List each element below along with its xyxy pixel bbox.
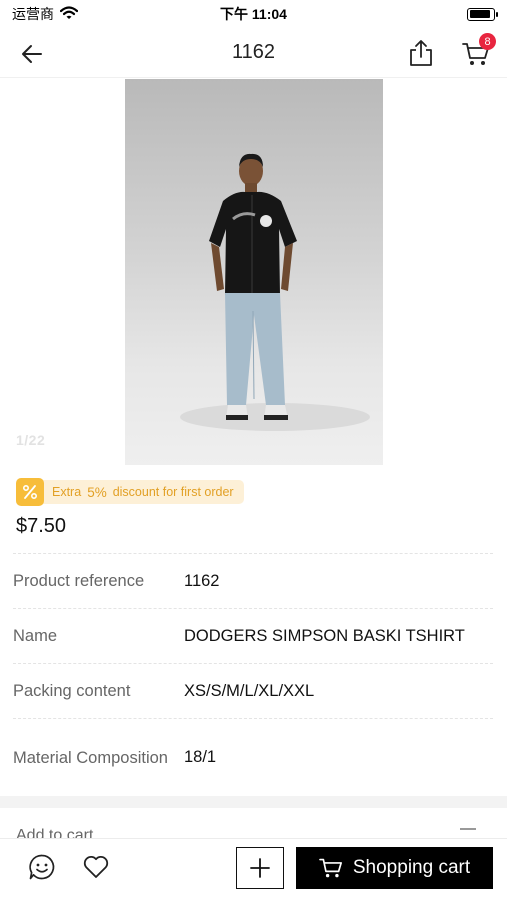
wifi-icon bbox=[59, 5, 79, 23]
page-title: 1162 bbox=[231, 41, 275, 63]
attribute-value: 18/1 bbox=[184, 748, 217, 766]
attribute-row-name: Name DODGERS SIMPSON BASKI TSHIRT bbox=[13, 608, 493, 663]
shopping-cart-button[interactable]: Shopping cart bbox=[296, 847, 493, 889]
carrier-label: 运营商 bbox=[12, 6, 54, 22]
battery-icon bbox=[467, 7, 498, 21]
chat-smile-icon bbox=[29, 854, 55, 880]
attribute-value: DODGERS SIMPSON BASKI TSHIRT bbox=[184, 626, 465, 645]
chat-button[interactable] bbox=[26, 851, 58, 883]
attribute-value: 1162 bbox=[184, 571, 220, 590]
plus-icon bbox=[250, 858, 270, 878]
product-attributes: Product reference 1162 Name DODGERS SIMP… bbox=[13, 553, 493, 796]
section-divider bbox=[0, 796, 507, 808]
favorite-button[interactable] bbox=[80, 851, 112, 883]
product-image[interactable] bbox=[125, 79, 383, 465]
share-button[interactable] bbox=[404, 36, 438, 70]
arrow-left-icon bbox=[22, 45, 42, 63]
add-to-cart-label: Add to cart bbox=[16, 827, 94, 838]
attribute-row-packing: Packing content XS/S/M/L/XL/XXL bbox=[13, 663, 493, 718]
image-counter: 1/22 bbox=[16, 432, 46, 448]
status-bar: 运营商 下午 11:04 bbox=[0, 0, 507, 28]
battery-level bbox=[469, 10, 491, 18]
attribute-label: Product reference bbox=[13, 572, 145, 590]
share-icon bbox=[410, 40, 432, 66]
cart-count-badge: 8 bbox=[479, 33, 496, 50]
promo-prefix: Extra bbox=[52, 485, 82, 499]
product-price: $7.50 bbox=[16, 515, 67, 537]
promo-percent: 5% bbox=[87, 484, 107, 500]
attribute-label: Packing content bbox=[13, 682, 131, 700]
attribute-row-material: Material Composition 18/1 bbox=[13, 718, 493, 796]
promo-text: Extra 5% discount for first order bbox=[40, 480, 244, 504]
back-button[interactable] bbox=[16, 38, 48, 70]
cart-button[interactable]: 8 bbox=[456, 33, 496, 72]
product-photo-illustration bbox=[180, 153, 370, 431]
add-to-cart-section[interactable]: Add to cart bbox=[0, 808, 507, 838]
status-left: 运营商 bbox=[12, 4, 79, 24]
collapse-icon bbox=[460, 828, 476, 838]
add-button[interactable] bbox=[236, 847, 284, 889]
attribute-label: Name bbox=[13, 627, 58, 645]
shopping-cart-label: Shopping cart bbox=[352, 857, 471, 878]
attribute-label: Material Composition bbox=[13, 748, 168, 767]
promo-suffix: discount for first order bbox=[112, 485, 234, 499]
attribute-row-reference: Product reference 1162 bbox=[13, 553, 493, 608]
heart-icon bbox=[83, 855, 109, 878]
bottom-action-bar: Shopping cart bbox=[0, 838, 507, 900]
promo-banner: Extra 5% discount for first order bbox=[16, 478, 244, 506]
attribute-value: XS/S/M/L/XL/XXL bbox=[184, 681, 315, 700]
nav-bar: 1162 8 bbox=[0, 28, 507, 78]
cart-icon bbox=[319, 858, 342, 878]
percent-icon bbox=[16, 478, 44, 506]
